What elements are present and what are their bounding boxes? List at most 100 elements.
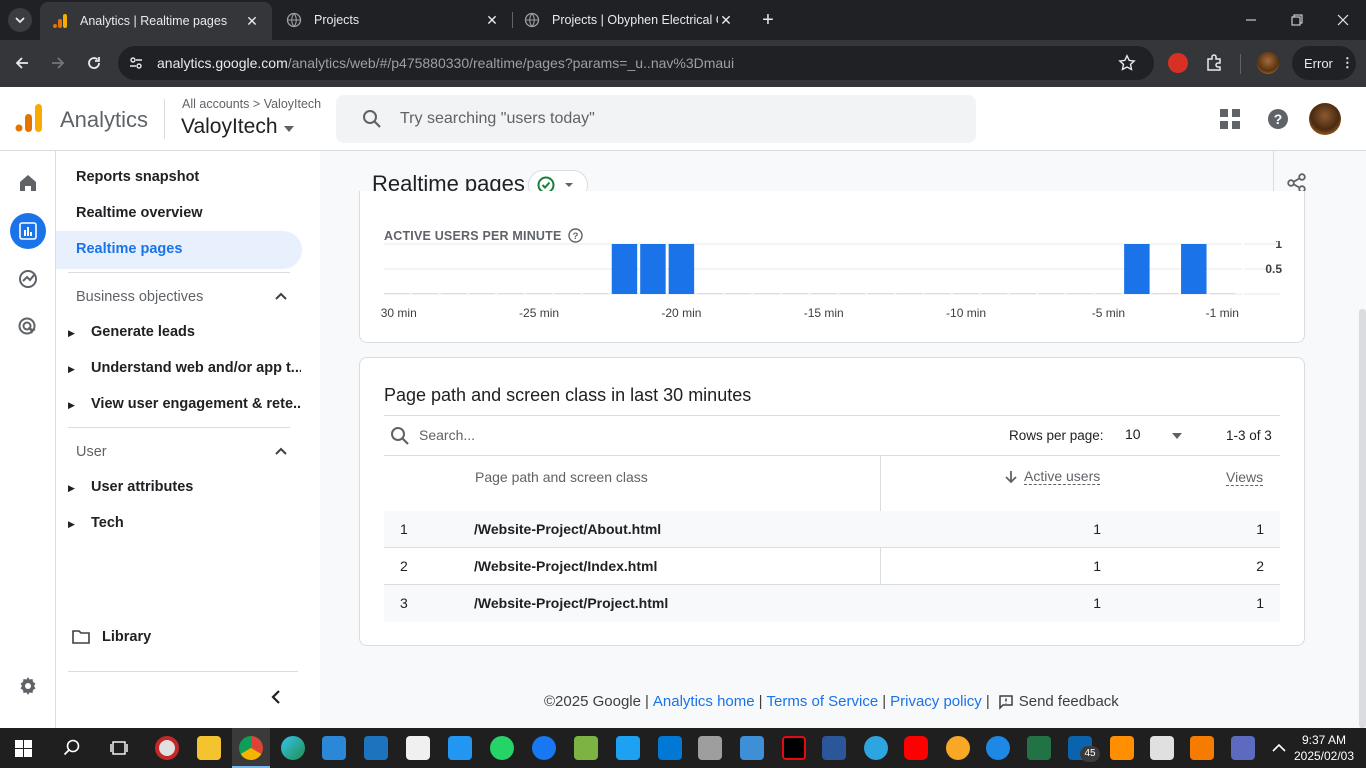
facebook-icon[interactable] — [532, 736, 556, 760]
nav-realtime-overview[interactable]: Realtime overview — [76, 205, 203, 221]
rail-advertising[interactable] — [10, 309, 46, 345]
rail-home[interactable] — [10, 165, 46, 201]
pages-table-card: Page path and screen class in last 30 mi… — [359, 357, 1305, 646]
nav-tech[interactable]: Tech — [91, 515, 301, 531]
search-icon[interactable] — [63, 739, 81, 757]
analytics-logo-icon[interactable] — [14, 103, 44, 133]
scrollbar[interactable] — [1359, 309, 1366, 728]
rail-admin[interactable] — [10, 668, 46, 704]
address-bar[interactable]: analytics.google.com/analytics/web/#/p47… — [118, 46, 1154, 80]
expand-triangle-icon[interactable]: ▶ — [68, 364, 75, 375]
nav-library[interactable]: Library — [72, 629, 151, 645]
tab-search-button[interactable] — [8, 8, 32, 32]
file-explorer-icon[interactable] — [197, 736, 221, 760]
nav-understand-traffic[interactable]: Understand web and/or app t... — [91, 360, 301, 376]
rows-per-page-select[interactable]: 10 — [1125, 426, 1187, 446]
windows-start-icon[interactable] — [15, 740, 32, 757]
word-icon[interactable] — [822, 736, 846, 760]
people-icon[interactable] — [322, 736, 346, 760]
column-header-path: Page path and screen class — [475, 469, 648, 485]
photos-icon[interactable] — [740, 736, 764, 760]
rail-explore[interactable] — [10, 261, 46, 297]
user-avatar[interactable] — [1309, 103, 1341, 135]
paint-app-icon[interactable] — [574, 736, 598, 760]
media-app-icon[interactable] — [155, 736, 179, 760]
nav-user-attributes[interactable]: User attributes — [91, 479, 301, 495]
expand-triangle-icon[interactable]: ▶ — [68, 400, 75, 411]
browser-tab-strip: Analytics | Realtime pages ✕ Projects ✕ … — [0, 0, 1366, 40]
telegram-icon[interactable] — [864, 736, 888, 760]
table-row[interactable]: 2 /Website-Project/Index.html 1 2 — [384, 548, 1280, 585]
footer-analytics-home-link[interactable]: Analytics home — [653, 693, 755, 710]
nav-generate-leads[interactable]: Generate leads — [91, 324, 301, 340]
rail-reports[interactable] — [10, 213, 46, 249]
netflix-icon[interactable] — [782, 736, 806, 760]
footer-terms-link[interactable]: Terms of Service — [767, 693, 879, 710]
close-window-button[interactable] — [1320, 0, 1366, 40]
collapse-nav-icon[interactable] — [268, 689, 284, 705]
nav-realtime-pages[interactable]: Realtime pages — [56, 231, 302, 269]
close-tab-icon[interactable]: ✕ — [484, 12, 500, 28]
extension-red-icon[interactable] — [1168, 53, 1188, 73]
nav-user-section[interactable]: User — [76, 443, 292, 463]
footer-privacy-link[interactable]: Privacy policy — [890, 693, 982, 710]
expand-triangle-icon[interactable]: ▶ — [68, 328, 75, 339]
clock[interactable]: 9:37 AM 2025/02/03 — [1292, 732, 1356, 764]
powerpoint-icon[interactable] — [1190, 736, 1214, 760]
new-tab-button[interactable]: + — [756, 8, 780, 32]
whatsapp-icon[interactable] — [490, 736, 514, 760]
help-icon[interactable]: ? — [1267, 108, 1289, 130]
close-tab-icon[interactable]: ✕ — [718, 12, 734, 28]
error-button[interactable]: Error ⋮ — [1292, 46, 1356, 80]
media-player-icon[interactable] — [364, 736, 388, 760]
footer-feedback-link[interactable]: Send feedback — [1019, 693, 1119, 710]
minimize-button[interactable] — [1228, 0, 1274, 40]
calendar-app-icon[interactable] — [406, 736, 430, 760]
extensions-button[interactable] — [1198, 47, 1230, 79]
tab-obyphen[interactable]: Projects | Obyphen Electrical Co ✕ — [512, 0, 750, 40]
nav-user-engagement[interactable]: View user engagement & rete... — [91, 396, 301, 412]
close-tab-icon[interactable]: ✕ — [244, 13, 260, 29]
nav-reports-snapshot[interactable]: Reports snapshot — [76, 169, 199, 185]
chart-x-tick-label: -15 min — [804, 306, 844, 320]
orange-app-icon[interactable] — [1110, 736, 1134, 760]
site-info-icon[interactable] — [128, 55, 144, 71]
expand-triangle-icon[interactable]: ▶ — [68, 483, 75, 494]
3d-box-icon[interactable] — [698, 736, 722, 760]
expand-triangle-icon[interactable]: ▶ — [68, 519, 75, 530]
blue-app-icon[interactable] — [658, 736, 682, 760]
table-search-input[interactable]: Search... — [419, 427, 799, 443]
reload-button[interactable] — [78, 47, 110, 79]
tab-analytics[interactable]: Analytics | Realtime pages ✕ — [40, 2, 272, 40]
tab-projects[interactable]: Projects ✕ — [274, 0, 512, 40]
property-selector[interactable]: ValoyItech — [181, 115, 296, 139]
column-header-views[interactable]: Views — [1226, 469, 1264, 486]
restore-button[interactable] — [1274, 0, 1320, 40]
chevron-up-icon[interactable] — [1272, 742, 1286, 754]
breadcrumb[interactable]: All accounts > ValoyItech — [182, 97, 321, 111]
forward-button[interactable] — [42, 47, 74, 79]
column-header-active-users[interactable]: Active users — [1004, 468, 1101, 485]
network-app-icon[interactable] — [1231, 736, 1255, 760]
excel-icon[interactable] — [1027, 736, 1051, 760]
chrome-icon[interactable] — [239, 736, 263, 760]
calculator-icon[interactable] — [1150, 736, 1174, 760]
chart-bar — [412, 293, 438, 294]
weather-icon[interactable] — [946, 736, 970, 760]
task-view-icon[interactable] — [110, 739, 128, 757]
profile-avatar[interactable] — [1257, 52, 1279, 74]
apps-grid-icon[interactable] — [1220, 109, 1240, 129]
twitter-icon[interactable] — [616, 736, 640, 760]
search-bar[interactable]: Try searching "users today" — [336, 95, 976, 143]
store-play-icon[interactable] — [448, 736, 472, 760]
feedback-icon[interactable] — [998, 694, 1014, 710]
table-row[interactable]: 3 /Website-Project/Project.html 1 1 — [384, 585, 1280, 622]
more-vert-icon: ⋮ — [1340, 55, 1354, 70]
star-icon[interactable] — [1118, 54, 1136, 72]
table-row[interactable]: 1 /Website-Project/About.html 1 1 — [384, 511, 1280, 548]
edge-icon[interactable] — [281, 736, 305, 760]
sync-app-icon[interactable] — [986, 736, 1010, 760]
back-button[interactable] — [6, 47, 38, 79]
youtube-icon[interactable] — [904, 736, 928, 760]
nav-business-objectives[interactable]: Business objectives — [76, 288, 292, 308]
